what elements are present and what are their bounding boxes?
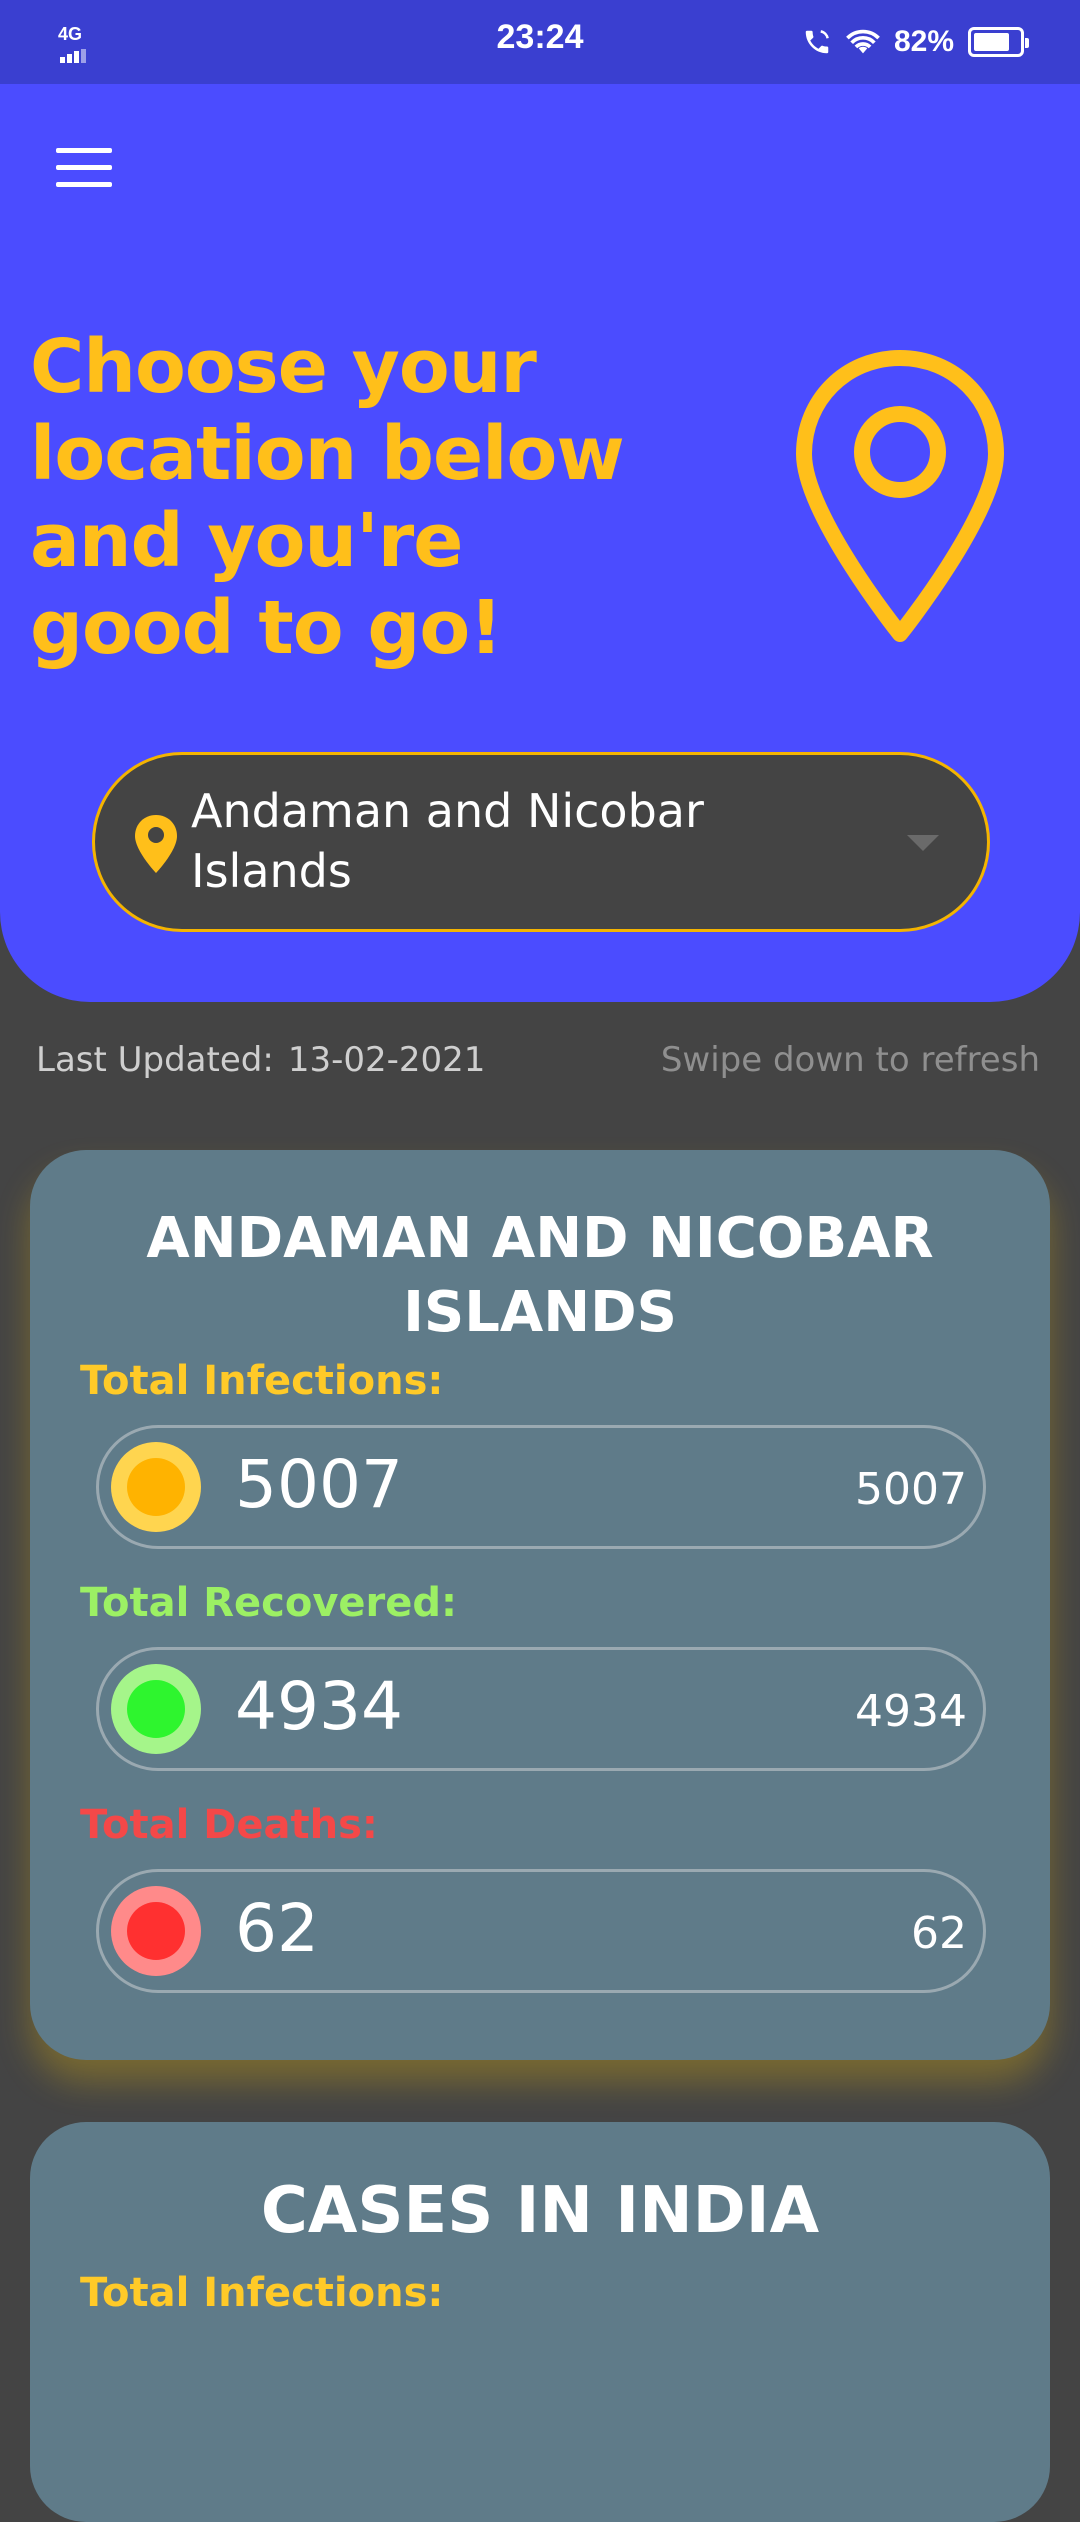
recovered-label: Total Recovered: bbox=[80, 1580, 458, 1626]
deaths-value-secondary: 62 bbox=[911, 1908, 967, 1959]
deaths-value: 62 bbox=[235, 1890, 319, 1967]
location-pin-icon bbox=[796, 350, 1004, 642]
wifi-call-icon bbox=[805, 30, 829, 54]
last-updated-date: 13-02-2021 bbox=[287, 1040, 486, 1080]
location-header: Choose your location below and you're go… bbox=[0, 84, 1080, 1002]
deaths-indicator-icon bbox=[111, 1886, 201, 1976]
refresh-hint: Swipe down to refresh bbox=[660, 1040, 1040, 1080]
last-updated-label: Last Updated: bbox=[36, 1040, 274, 1080]
last-updated: Last Updated: 13-02-2021 bbox=[36, 1040, 485, 1080]
headline-line: Choose your bbox=[30, 324, 537, 410]
infections-value-secondary: 5007 bbox=[855, 1464, 967, 1515]
infections-indicator-icon bbox=[111, 1442, 201, 1532]
status-bar: 4G 23:24 82% bbox=[0, 0, 1080, 84]
recovered-value: 4934 bbox=[235, 1668, 403, 1745]
headline-line: good to go! bbox=[30, 585, 503, 671]
wifi-icon bbox=[846, 29, 880, 54]
hamburger-menu-icon[interactable] bbox=[56, 148, 112, 188]
location-pin-icon bbox=[135, 815, 177, 873]
state-stats-card: ANDAMAN AND NICOBAR ISLANDS Total Infect… bbox=[30, 1150, 1050, 2060]
recovered-value-secondary: 4934 bbox=[855, 1686, 967, 1737]
infections-value: 5007 bbox=[235, 1446, 403, 1523]
india-title: CASES IN INDIA bbox=[260, 2174, 820, 2248]
india-stats-card: CASES IN INDIA Total Infections: bbox=[30, 2122, 1050, 2522]
headline-line: and you're bbox=[30, 498, 463, 584]
state-title: ANDAMAN AND NICOBAR ISLANDS bbox=[146, 1206, 934, 1345]
recovered-indicator-icon bbox=[111, 1664, 201, 1754]
india-infections-label: Total Infections: bbox=[80, 2270, 444, 2316]
selected-location: Andaman and Nicobar Islands bbox=[191, 784, 704, 898]
deaths-pill: 62 62 bbox=[96, 1869, 986, 1993]
battery-icon bbox=[968, 27, 1029, 57]
recovered-pill: 4934 4934 bbox=[96, 1647, 986, 1771]
location-dropdown[interactable]: Andaman and Nicobar Islands bbox=[92, 752, 990, 932]
battery-percent: 82% bbox=[893, 25, 954, 58]
infections-label: Total Infections: bbox=[80, 1358, 444, 1404]
headline-line: location below bbox=[30, 411, 625, 497]
deaths-label: Total Deaths: bbox=[80, 1802, 378, 1848]
dropdown-arrow-icon bbox=[907, 835, 939, 851]
headline: Choose your location below and you're go… bbox=[30, 324, 630, 672]
infections-pill: 5007 5007 bbox=[96, 1425, 986, 1549]
